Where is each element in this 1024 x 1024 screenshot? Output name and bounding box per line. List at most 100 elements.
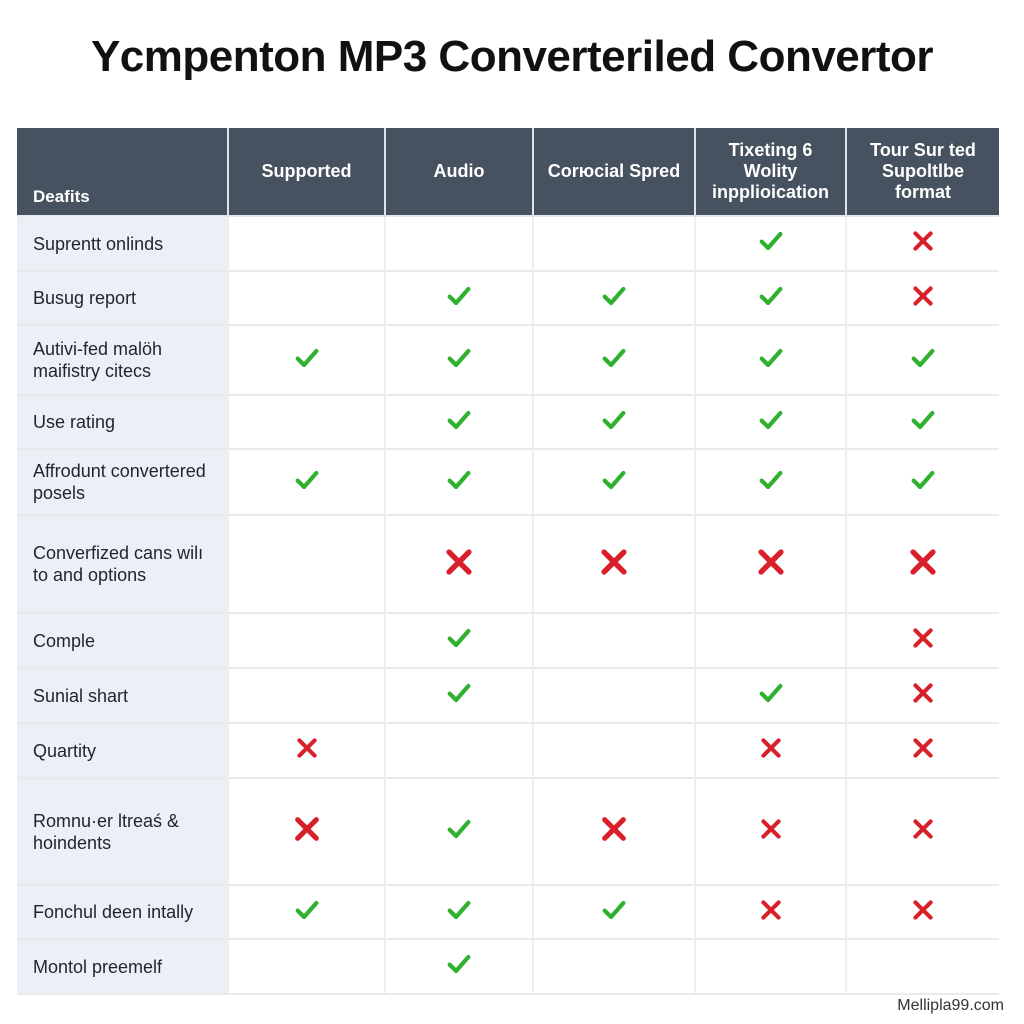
feature-cell bbox=[845, 514, 999, 613]
feature-cell bbox=[845, 667, 999, 723]
feature-cell bbox=[532, 777, 695, 885]
check-icon bbox=[757, 282, 785, 315]
cross-icon bbox=[910, 625, 936, 656]
feature-cell bbox=[694, 612, 846, 668]
check-icon bbox=[445, 344, 473, 377]
cross-icon bbox=[291, 813, 323, 850]
feature-cell bbox=[227, 612, 385, 668]
cross-icon bbox=[758, 816, 784, 847]
check-icon bbox=[757, 344, 785, 377]
feature-cell bbox=[694, 777, 846, 885]
feature-cell bbox=[532, 884, 695, 939]
feature-cell bbox=[532, 514, 695, 613]
feature-cell bbox=[845, 215, 999, 271]
feature-cell bbox=[694, 884, 846, 939]
check-icon bbox=[909, 466, 937, 499]
check-icon bbox=[445, 950, 473, 983]
check-icon bbox=[600, 896, 628, 929]
column-header-supported: Supported bbox=[227, 128, 385, 216]
feature-label: Sunial shart bbox=[17, 667, 228, 723]
feature-cell bbox=[384, 324, 533, 395]
feature-label: Comple bbox=[17, 612, 228, 668]
feature-cell bbox=[845, 938, 999, 995]
column-header-formats: Tour Sur ted Supoltlbe format bbox=[845, 128, 999, 216]
watermark: Mellipla99.com bbox=[897, 997, 1004, 1014]
feature-cell bbox=[227, 270, 385, 325]
feature-cell bbox=[227, 777, 385, 885]
feature-cell bbox=[694, 938, 846, 995]
feature-cell bbox=[845, 394, 999, 449]
feature-cell bbox=[227, 667, 385, 723]
check-icon bbox=[445, 466, 473, 499]
table-row: Comple bbox=[17, 612, 999, 668]
feature-cell bbox=[532, 938, 695, 995]
table-row: Affrodunt convertered posels bbox=[17, 448, 999, 515]
table-row: Fonchul deen intally bbox=[17, 884, 999, 939]
cross-icon bbox=[910, 228, 936, 259]
feature-cell bbox=[384, 612, 533, 668]
feature-cell bbox=[532, 324, 695, 395]
table-row: Suprentt onlinds bbox=[17, 215, 999, 271]
feature-cell bbox=[845, 270, 999, 325]
check-icon bbox=[293, 896, 321, 929]
feature-cell bbox=[384, 884, 533, 939]
column-header-audio: Audio bbox=[384, 128, 533, 216]
cross-icon bbox=[598, 813, 630, 850]
feature-cell bbox=[384, 514, 533, 613]
feature-cell bbox=[845, 448, 999, 515]
feature-label: Busug report bbox=[17, 270, 228, 325]
table-row: Sunial shart bbox=[17, 667, 999, 723]
cross-icon bbox=[597, 545, 631, 584]
check-icon bbox=[445, 624, 473, 657]
check-icon bbox=[757, 406, 785, 439]
feature-cell bbox=[384, 215, 533, 271]
cross-icon bbox=[910, 283, 936, 314]
feature-label: Affrodunt convertered posels bbox=[17, 448, 228, 515]
table-row: Converfized cans wilı to and options bbox=[17, 514, 999, 613]
table-row: Autivi-fed malöh maifistry citecs bbox=[17, 324, 999, 395]
feature-cell bbox=[227, 215, 385, 271]
check-icon bbox=[600, 406, 628, 439]
feature-cell bbox=[384, 777, 533, 885]
cross-icon bbox=[442, 545, 476, 584]
cross-icon bbox=[758, 897, 784, 928]
feature-cell bbox=[532, 722, 695, 778]
cross-icon bbox=[294, 735, 320, 766]
header-row: Deafits Supported Audio Corюcial Spred T… bbox=[17, 128, 999, 216]
check-icon bbox=[445, 815, 473, 848]
feature-cell bbox=[227, 938, 385, 995]
feature-cell bbox=[694, 448, 846, 515]
feature-label: Use rating bbox=[17, 394, 228, 449]
check-icon bbox=[757, 466, 785, 499]
feature-cell bbox=[384, 270, 533, 325]
check-icon bbox=[445, 896, 473, 929]
check-icon bbox=[600, 344, 628, 377]
check-icon bbox=[757, 227, 785, 260]
feature-cell bbox=[384, 938, 533, 995]
feature-label: Autivi-fed malöh maifistry citecs bbox=[17, 324, 228, 395]
feature-label: Romnu·er ltreaś & hoindents bbox=[17, 777, 228, 885]
feature-cell bbox=[845, 722, 999, 778]
check-icon bbox=[757, 679, 785, 712]
feature-cell bbox=[532, 394, 695, 449]
feature-cell bbox=[845, 612, 999, 668]
check-icon bbox=[293, 344, 321, 377]
feature-cell bbox=[694, 722, 846, 778]
feature-label: Montol preemelf bbox=[17, 938, 228, 995]
cross-icon bbox=[910, 897, 936, 928]
check-icon bbox=[445, 282, 473, 315]
feature-cell bbox=[227, 514, 385, 613]
feature-cell bbox=[227, 448, 385, 515]
feature-cell bbox=[694, 394, 846, 449]
column-header-speed: Corюcial Spred bbox=[532, 128, 695, 216]
check-icon bbox=[600, 282, 628, 315]
feature-cell bbox=[227, 722, 385, 778]
table-row: Romnu·er ltreaś & hoindents bbox=[17, 777, 999, 885]
feature-cell bbox=[845, 324, 999, 395]
check-icon bbox=[445, 679, 473, 712]
table-row: Montol preemelf bbox=[17, 938, 999, 995]
feature-cell bbox=[384, 448, 533, 515]
feature-label: Converfized cans wilı to and options bbox=[17, 514, 228, 613]
feature-cell bbox=[845, 884, 999, 939]
cross-icon bbox=[910, 680, 936, 711]
